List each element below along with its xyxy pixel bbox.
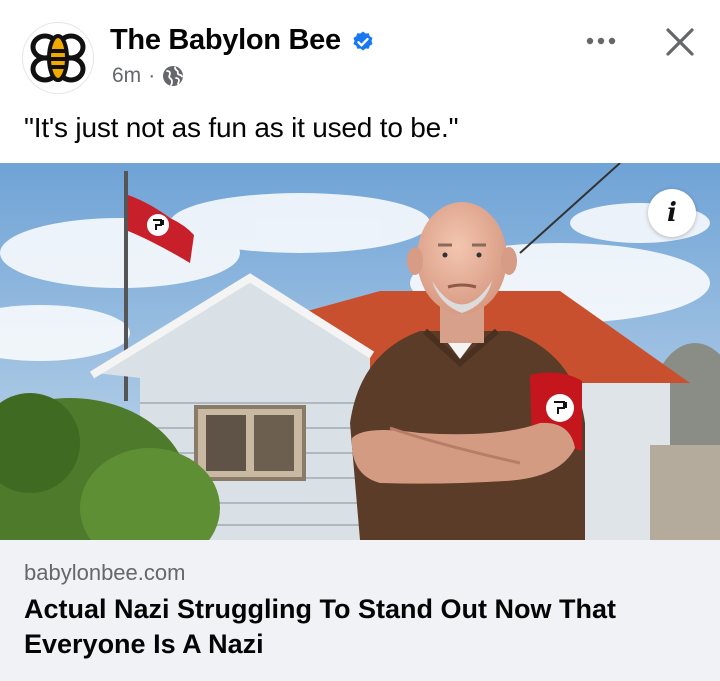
more-options-button[interactable]	[575, 24, 627, 58]
article-photo	[0, 163, 720, 540]
page-name[interactable]: The Babylon Bee	[110, 24, 341, 57]
page-avatar[interactable]	[22, 22, 94, 94]
close-button[interactable]	[654, 20, 706, 64]
page-name-row: The Babylon Bee	[110, 24, 375, 57]
link-domain: babylonbee.com	[24, 560, 186, 585]
more-horizontal-icon	[586, 37, 616, 45]
meta-separator: ·	[148, 64, 156, 87]
link-preview-footer[interactable]: babylonbee.com Actual Nazi Struggling To…	[0, 540, 720, 681]
close-icon	[666, 28, 694, 56]
globe-icon	[162, 65, 184, 87]
post-header: The Babylon Bee 6m ·	[0, 0, 720, 108]
info-button[interactable]: i	[648, 189, 696, 237]
post-timestamp[interactable]: 6m	[112, 64, 141, 88]
post-meta: 6m ·	[112, 64, 184, 88]
facebook-post: The Babylon Bee 6m · "It's just not as f…	[0, 0, 720, 681]
verified-badge-icon	[351, 29, 375, 53]
babylon-bee-logo-icon	[30, 33, 86, 83]
article-image[interactable]	[0, 163, 720, 540]
link-headline[interactable]: Actual Nazi Struggling To Stand Out Now …	[24, 592, 684, 662]
post-caption: "It's just not as fun as it used to be."	[24, 112, 459, 143]
